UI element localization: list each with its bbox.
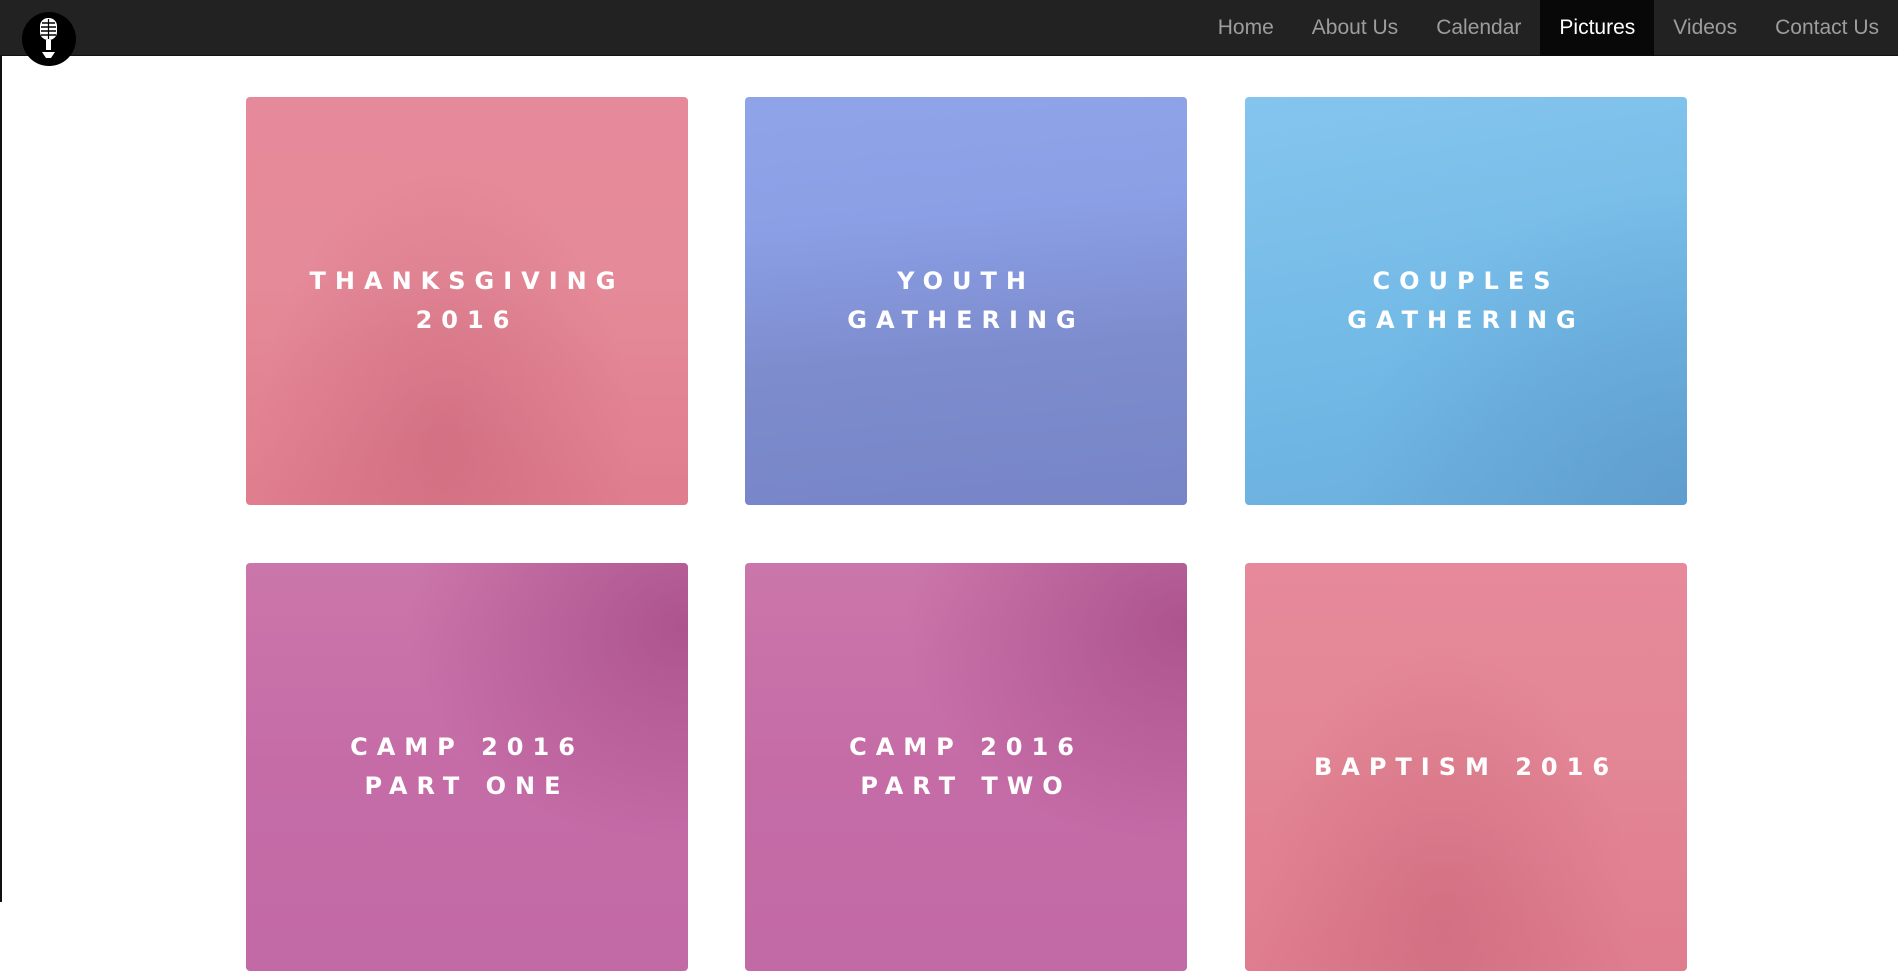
album-tile-youth-gathering[interactable]: YOUTH GATHERING [745, 97, 1187, 505]
nav-menu: Home About Us Calendar Pictures Videos C… [1199, 0, 1898, 56]
microphone-icon [40, 18, 57, 58]
nav-videos[interactable]: Videos [1654, 0, 1756, 56]
nav-about-us[interactable]: About Us [1293, 0, 1417, 56]
album-title: YOUTH GATHERING [847, 267, 1085, 334]
album-tile-camp-2016-part-one[interactable]: CAMP 2016 PART ONE [246, 563, 688, 971]
site-logo[interactable] [22, 12, 76, 66]
nav-pictures[interactable]: Pictures [1540, 0, 1655, 56]
page-left-border [0, 56, 2, 902]
album-tile-couples-gathering[interactable]: COUPLES GATHERING [1245, 97, 1687, 505]
nav-home[interactable]: Home [1199, 0, 1293, 56]
album-title: CAMP 2016 PART ONE [350, 733, 584, 800]
album-title: COUPLES GATHERING [1347, 267, 1585, 334]
nav-contact-us[interactable]: Contact Us [1756, 0, 1898, 56]
album-title: BAPTISM 2016 [1313, 752, 1619, 781]
album-tile-baptism-2016[interactable]: BAPTISM 2016 [1245, 563, 1687, 971]
album-title: CAMP 2016 PART TWO [849, 733, 1083, 800]
album-title: THANKSGIVING 2016 [309, 267, 625, 334]
album-tile-thanksgiving-2016[interactable]: THANKSGIVING 2016 [246, 97, 688, 505]
album-tile-camp-2016-part-two[interactable]: CAMP 2016 PART TWO [745, 563, 1187, 971]
top-navbar: Home About Us Calendar Pictures Videos C… [0, 0, 1898, 66]
nav-calendar[interactable]: Calendar [1417, 0, 1540, 56]
